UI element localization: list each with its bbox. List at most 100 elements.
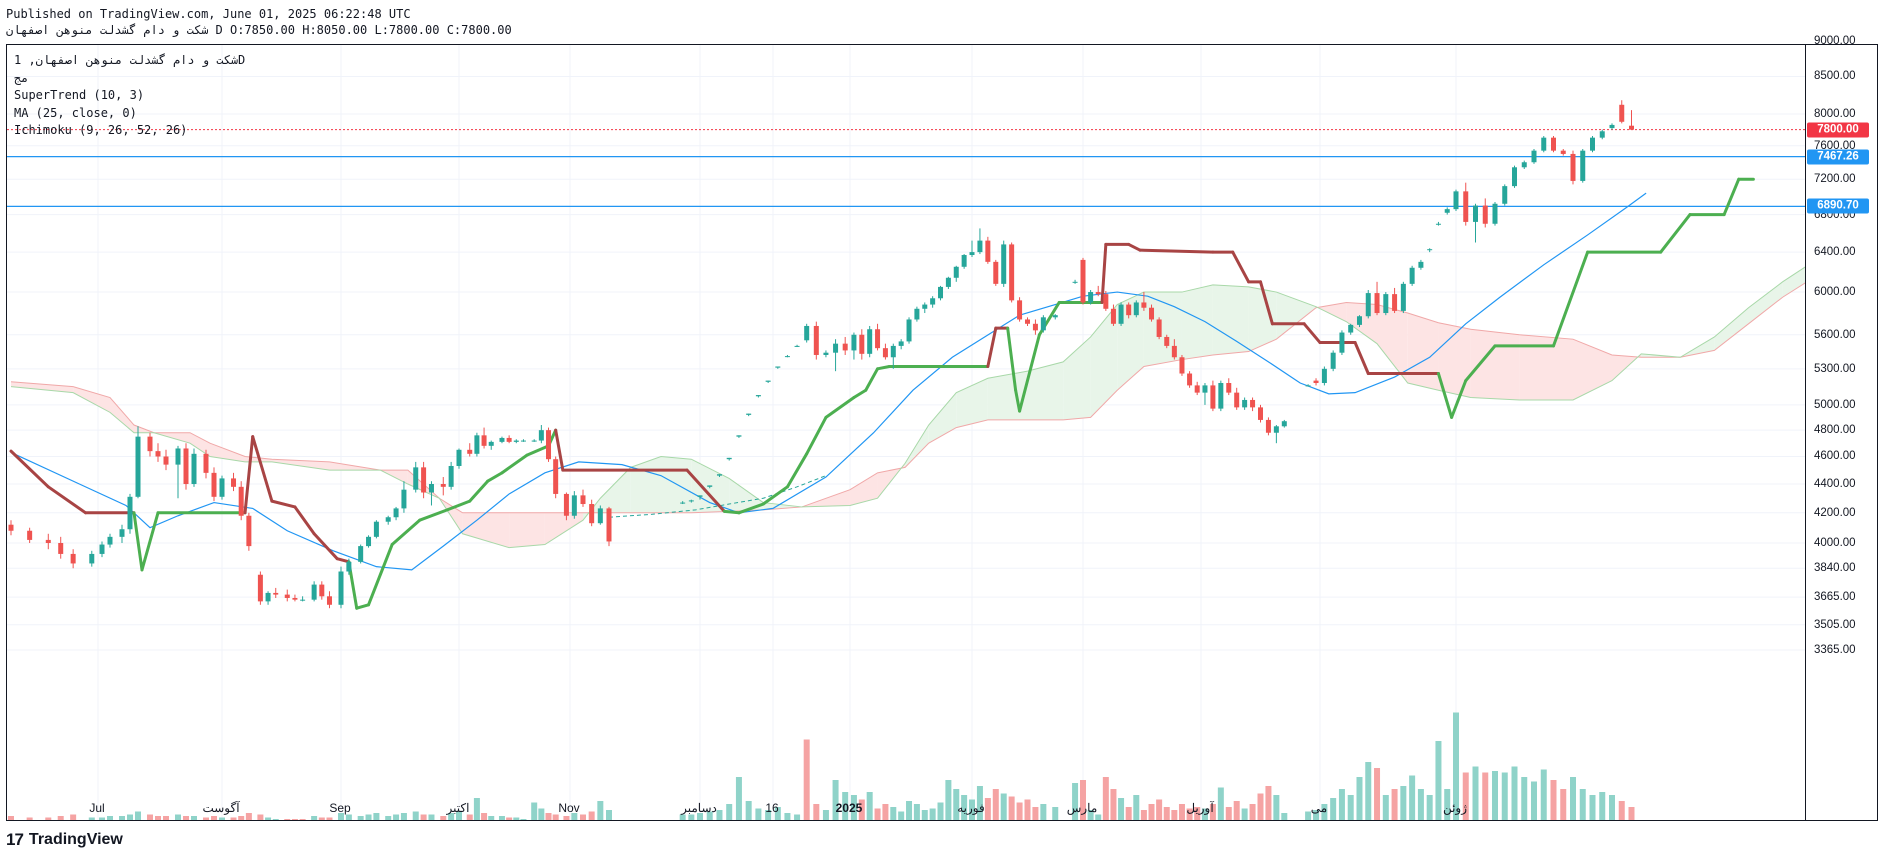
- time-tick-label: 2025: [835, 801, 863, 815]
- candle-body: [488, 441, 494, 446]
- candle-body: [1032, 323, 1038, 331]
- candle-body: [1265, 419, 1271, 433]
- candle-body: [1427, 249, 1433, 251]
- candle-body: [155, 451, 161, 457]
- candle-body: [1619, 104, 1625, 122]
- candle-body: [1088, 292, 1094, 303]
- price-tick-label: 3365.00: [1814, 643, 1856, 656]
- ichimoku-cloud-segment: [600, 467, 631, 513]
- price-tick-label: 8000.00: [1814, 108, 1856, 120]
- candle-body: [969, 252, 975, 256]
- ichimoku-cloud-segment: [1377, 304, 1408, 384]
- candle-body: [358, 546, 364, 562]
- price-tick-label: 6400.00: [1814, 246, 1856, 259]
- legend-symbol[interactable]: شکت و دام گشدلت منوهن اصفهان, 1D: [14, 52, 245, 70]
- tradingview-brand[interactable]: 17 TradingView: [6, 830, 123, 850]
- candle-body: [833, 343, 839, 353]
- candle-body: [680, 502, 686, 504]
- time-tick-label: Jul: [89, 801, 105, 815]
- candle-body: [89, 553, 95, 564]
- price-tick-label: 7200.00: [1814, 173, 1856, 186]
- supertrend-segment: [722, 509, 741, 515]
- candle-body: [1560, 150, 1566, 154]
- candle-body: [300, 599, 306, 601]
- candle-body: [726, 457, 732, 460]
- candle-body: [211, 472, 217, 497]
- candle-body: [8, 524, 14, 531]
- legend-ichimoku[interactable]: Ichimoku (9, 26, 52, 26): [14, 122, 245, 140]
- candle-body: [716, 474, 722, 476]
- candle-body: [273, 592, 279, 595]
- candle-body: [1502, 186, 1508, 204]
- candle-body: [265, 592, 271, 602]
- candle-body: [1409, 267, 1415, 284]
- ichimoku-cloud-segment: [850, 472, 878, 506]
- candle-body: [319, 584, 325, 597]
- price-tick-label: 5000.00: [1814, 398, 1856, 411]
- supertrend-segment: [1552, 250, 1590, 348]
- candle-body: [1463, 191, 1469, 222]
- candle-body: [1171, 345, 1177, 358]
- candle-body: [1521, 162, 1527, 168]
- candle-body: [520, 440, 526, 442]
- ichimoku-cloud-segment: [1407, 313, 1439, 391]
- candle-body: [898, 341, 904, 346]
- candle-body: [961, 255, 967, 267]
- candle-body: [546, 430, 552, 460]
- candle-body: [440, 484, 446, 487]
- candle-body: [606, 508, 612, 542]
- candle-body: [1444, 209, 1450, 213]
- price-tick-label: 3665.00: [1814, 591, 1856, 604]
- candle-body: [563, 493, 569, 516]
- candle-body: [513, 440, 519, 442]
- candle-body: [1348, 324, 1354, 333]
- time-axis[interactable]: Jul آگوست Sep اکتبر Nov دسامبر 16 2025 فوریه مارس…: [6, 799, 1806, 821]
- candle-body: [977, 240, 983, 253]
- candle-body: [1281, 421, 1287, 427]
- candle-body: [859, 334, 865, 354]
- candle-body: [1194, 385, 1200, 393]
- candle-body: [346, 561, 352, 572]
- supertrend-segment: [1722, 177, 1741, 217]
- candle-body: [428, 484, 434, 493]
- candle-body: [1531, 150, 1537, 163]
- time-tick-label: Nov: [558, 801, 580, 815]
- legend-ma[interactable]: MA (25, close, 0): [14, 105, 245, 123]
- candle-body: [985, 240, 991, 262]
- ichimoku-cloud-segment: [1027, 361, 1064, 420]
- candle-body: [1133, 302, 1139, 316]
- legend-supertrend[interactable]: SuperTrend (10, 3): [14, 87, 245, 105]
- candle-body: [163, 456, 169, 465]
- price-axis[interactable]: 3365.00 3505.00 3665.00 3840.00 4000.00 4200.…: [1806, 35, 1878, 821]
- candle-body: [421, 467, 427, 493]
- candle-body: [1374, 293, 1380, 314]
- ichimoku-cloud-segment: [1181, 284, 1213, 360]
- supertrend-segment: [270, 499, 297, 509]
- candle-body: [1473, 205, 1478, 222]
- ichimoku-cloud-segment: [1714, 307, 1749, 351]
- candle-body: [1250, 399, 1256, 408]
- candle-body: [875, 329, 881, 349]
- price-tick-label: 4600.00: [1814, 450, 1856, 463]
- candle-body: [1025, 319, 1030, 324]
- candle-body: [1080, 259, 1086, 303]
- chart-canvas[interactable]: [7, 45, 1806, 821]
- supertrend-segment: [1127, 242, 1142, 252]
- chart-plot-area[interactable]: [6, 44, 1806, 821]
- candle-body: [1551, 137, 1556, 151]
- time-tick-label: Sep: [329, 801, 351, 815]
- candle-body: [890, 345, 896, 358]
- supertrend-segment: [1231, 250, 1251, 284]
- candle-body: [553, 459, 559, 494]
- candle-body: [70, 553, 76, 564]
- ichimoku-cloud-segment: [987, 371, 1028, 420]
- candle-body: [127, 496, 133, 530]
- candle-body: [238, 486, 244, 516]
- supertrend-segment: [1138, 248, 1215, 254]
- candle-body: [373, 521, 379, 537]
- price-tick-label: 4800.00: [1814, 424, 1856, 437]
- supertrend-segment: [243, 435, 255, 515]
- candle-body: [1040, 317, 1046, 331]
- candle-body: [922, 304, 928, 309]
- candle-body: [326, 596, 332, 605]
